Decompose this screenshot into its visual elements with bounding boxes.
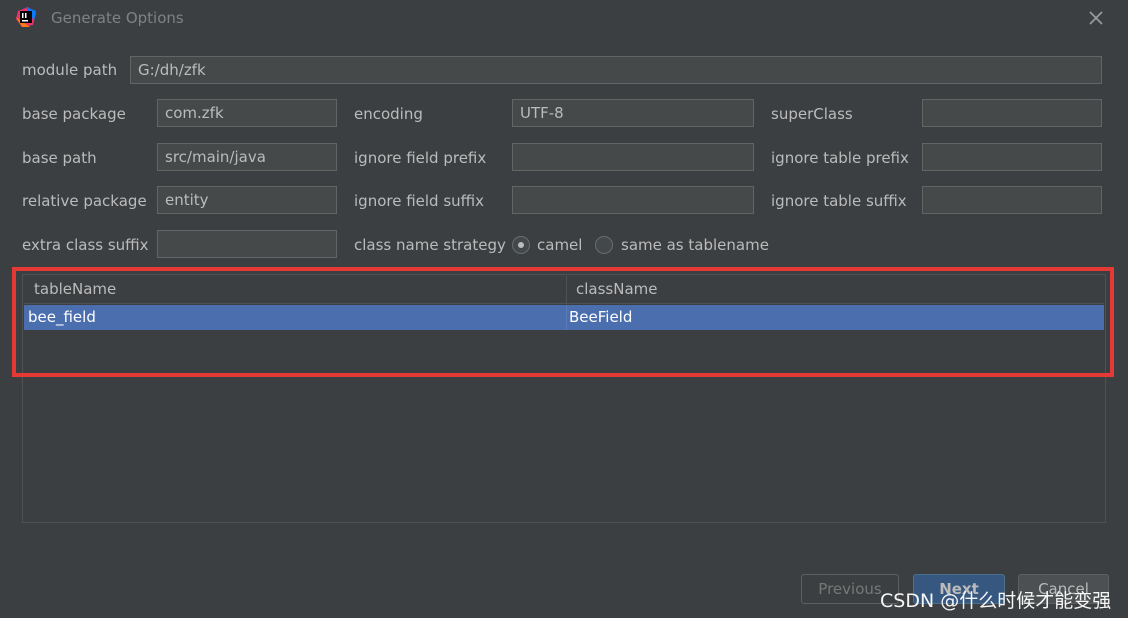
- watermark: CSDN @什么时候才能变强: [880, 590, 1112, 612]
- base-path-label: base path: [22, 149, 97, 167]
- base-package-label: base package: [22, 105, 126, 123]
- title-bar: Generate Options: [0, 0, 1128, 38]
- encoding-label: encoding: [354, 105, 423, 123]
- table-mapping: tableName className bee_field BeeField: [22, 274, 1106, 523]
- ignore-table-prefix-label: ignore table prefix: [771, 149, 909, 167]
- relative-package-input[interactable]: [157, 186, 337, 214]
- radio-same-as-tablename-label[interactable]: same as tablename: [621, 235, 769, 255]
- column-header-tablename[interactable]: tableName: [34, 276, 116, 303]
- relative-package-label: relative package: [22, 192, 147, 210]
- class-name-strategy-label: class name strategy: [354, 236, 506, 254]
- window-title: Generate Options: [51, 9, 184, 27]
- intellij-icon: [16, 7, 36, 27]
- extra-class-suffix-input[interactable]: [157, 230, 337, 258]
- super-class-input[interactable]: [922, 99, 1102, 127]
- encoding-input[interactable]: [512, 99, 754, 127]
- ignore-field-prefix-input[interactable]: [512, 143, 754, 171]
- ignore-field-suffix-label: ignore field suffix: [354, 192, 485, 210]
- ignore-field-prefix-label: ignore field prefix: [354, 149, 487, 167]
- column-divider[interactable]: [566, 276, 567, 304]
- module-path-label: module path: [22, 61, 118, 79]
- ignore-table-suffix-input[interactable]: [922, 186, 1102, 214]
- cell-divider: [566, 305, 567, 330]
- table-row[interactable]: bee_field BeeField: [24, 305, 1104, 330]
- radio-same-as-tablename[interactable]: [595, 236, 613, 254]
- ignore-field-suffix-input[interactable]: [512, 186, 754, 214]
- table-header: tableName className: [24, 276, 1104, 304]
- ignore-table-suffix-label: ignore table suffix: [771, 192, 907, 210]
- radio-camel-label[interactable]: camel: [537, 235, 582, 255]
- module-path-input[interactable]: [130, 56, 1102, 84]
- column-header-classname[interactable]: className: [576, 276, 658, 303]
- base-package-input[interactable]: [157, 99, 337, 127]
- radio-camel[interactable]: [512, 236, 530, 254]
- cell-tablename[interactable]: bee_field: [28, 305, 96, 330]
- super-class-label: superClass: [771, 105, 853, 123]
- base-path-input[interactable]: [157, 143, 337, 171]
- cell-classname[interactable]: BeeField: [569, 305, 632, 330]
- extra-class-suffix-label: extra class suffix: [22, 236, 149, 254]
- radio-selected-dot: [518, 242, 524, 248]
- close-icon[interactable]: [1086, 8, 1106, 28]
- ignore-table-prefix-input[interactable]: [922, 143, 1102, 171]
